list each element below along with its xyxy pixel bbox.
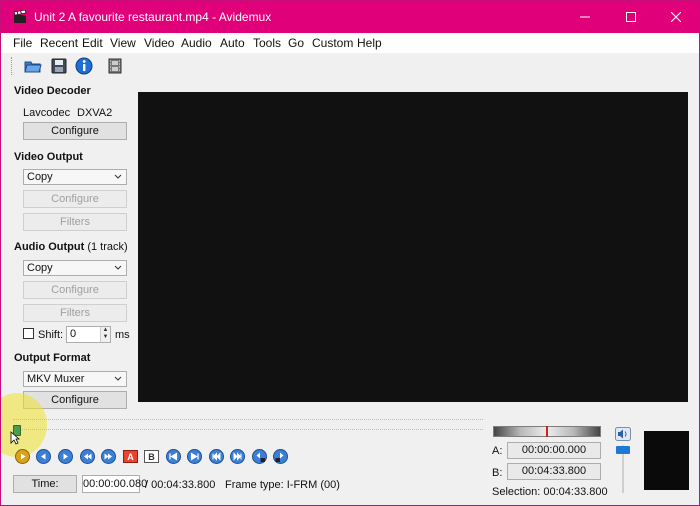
svg-text:A: A [127, 452, 134, 462]
video-codec-select[interactable]: Copy [23, 169, 127, 185]
audio-codec-select[interactable]: Copy [23, 260, 127, 276]
video-decoder-title: Video Decoder [14, 85, 91, 97]
volume-icon[interactable] [615, 427, 631, 441]
set-marker-a-icon[interactable]: A [123, 449, 138, 464]
close-button[interactable] [653, 1, 699, 33]
selection-duration: Selection: 00:04:33.800 [492, 486, 608, 498]
decoder-label: Lavcodec [23, 107, 71, 119]
previous-keyframe-icon[interactable] [80, 449, 95, 464]
maximize-button[interactable] [608, 1, 654, 33]
audio-track-count: (1 track) [87, 241, 128, 253]
video-filters-button[interactable]: Filters [23, 213, 127, 231]
svg-text:B: B [148, 452, 155, 462]
menu-video[interactable]: Video [144, 36, 174, 50]
audio-filters-button[interactable]: Filters [23, 304, 127, 322]
avidemux-window: Unit 2 A favourite restaurant.mp4 - Avid… [0, 0, 700, 506]
menu-view[interactable]: View [110, 36, 136, 50]
meter-marker [546, 426, 548, 437]
minimize-icon [580, 16, 590, 18]
shift-spinbox[interactable]: 0 ▲ ▼ [66, 326, 111, 343]
window-title: Unit 2 A favourite restaurant.mp4 - Avid… [34, 10, 272, 24]
audio-level-meter [493, 426, 601, 437]
save-disk-icon[interactable] [49, 56, 69, 76]
film-strip-icon[interactable] [105, 56, 125, 76]
audio-output-configure-button[interactable]: Configure [23, 281, 127, 299]
audio-output-title: Audio Output (1 track) [14, 241, 128, 253]
frame-type: Frame type: I-FRM (00) [225, 479, 340, 491]
next-black-frame-icon[interactable] [187, 449, 202, 464]
timeline-ticks-bottom [13, 429, 483, 432]
chevron-down-icon [114, 265, 122, 270]
marker-a-field[interactable]: 00:00:00.000 [507, 442, 601, 459]
decoder-value: DXVA2 [77, 107, 113, 119]
chevron-down-icon [114, 174, 122, 179]
marker-b-label: B: [492, 467, 503, 479]
set-marker-b-icon[interactable]: B [144, 449, 159, 464]
last-frame-icon[interactable] [230, 449, 245, 464]
menu-file[interactable]: File [13, 36, 32, 50]
menu-audio[interactable]: Audio [181, 36, 212, 50]
video-preview-area [138, 92, 688, 402]
info-icon[interactable] [74, 56, 94, 76]
video-codec-value: Copy [27, 171, 53, 183]
menu-bar: File Recent Edit View Video Audio Auto T… [1, 33, 699, 53]
shift-unit: ms [115, 329, 130, 341]
forward-icon[interactable] [58, 449, 73, 464]
toolbar-grip[interactable] [11, 57, 13, 75]
total-time: / 00:04:33.800 [145, 479, 216, 491]
spin-arrows-icon[interactable]: ▲ ▼ [100, 327, 110, 342]
muxer-select[interactable]: MKV Muxer [23, 371, 127, 387]
shift-label: Shift: [38, 329, 64, 341]
shift-value: 0 [70, 328, 77, 340]
audio-codec-value: Copy [27, 262, 53, 274]
open-folder-icon[interactable] [23, 56, 43, 76]
time-button[interactable]: Time: [13, 475, 77, 493]
menu-recent[interactable]: Recent [40, 36, 78, 50]
goto-marker-a-icon[interactable] [252, 449, 267, 464]
mouse-pointer-icon [10, 431, 20, 445]
timeline-slider[interactable] [13, 419, 483, 436]
title-bar[interactable]: Unit 2 A favourite restaurant.mp4 - Avid… [1, 1, 699, 33]
menu-custom[interactable]: Custom [312, 36, 353, 50]
video-output-title: Video Output [14, 151, 83, 163]
goto-marker-b-icon[interactable] [273, 449, 288, 464]
menu-auto[interactable]: Auto [220, 36, 245, 50]
menu-go[interactable]: Go [288, 36, 304, 50]
toolbar [1, 53, 699, 79]
chevron-down-icon [114, 376, 122, 381]
minimize-button[interactable] [562, 1, 608, 33]
volume-slider-thumb[interactable] [616, 446, 630, 454]
first-frame-icon[interactable] [209, 449, 224, 464]
marker-a-label: A: [492, 445, 503, 457]
menu-tools[interactable]: Tools [253, 36, 281, 50]
clapperboard-icon [13, 10, 27, 23]
video-output-configure-button[interactable]: Configure [23, 190, 127, 208]
play-icon[interactable] [15, 449, 30, 464]
menu-help[interactable]: Help [357, 36, 382, 50]
close-icon [671, 12, 681, 22]
current-time-field[interactable]: 00:00:00.080 [82, 475, 147, 493]
audio-output-label: Audio Output [14, 241, 85, 253]
next-keyframe-icon[interactable] [101, 449, 116, 464]
shift-checkbox[interactable] [23, 328, 34, 339]
maximize-icon [626, 12, 636, 22]
rewind-icon[interactable] [36, 449, 51, 464]
previous-black-frame-icon[interactable] [166, 449, 181, 464]
muxer-value: MKV Muxer [27, 373, 85, 385]
output-format-title: Output Format [14, 352, 91, 364]
mini-preview [644, 431, 689, 490]
marker-b-field[interactable]: 00:04:33.800 [507, 463, 601, 480]
menu-edit[interactable]: Edit [82, 36, 103, 50]
timeline-ticks-top [13, 419, 483, 422]
video-decoder-configure-button[interactable]: Configure [23, 122, 127, 140]
